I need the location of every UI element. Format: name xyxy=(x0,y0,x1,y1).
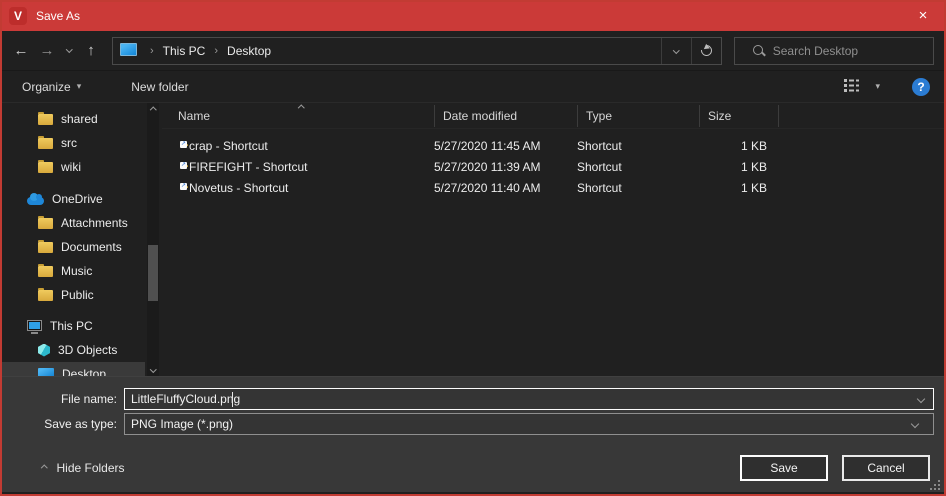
navigation-pane: shared src wiki OneDrive Attachments Doc… xyxy=(2,103,162,376)
computer-icon xyxy=(27,320,42,331)
file-name-combobox[interactable] xyxy=(124,388,934,410)
sidebar-item-documents[interactable]: Documents xyxy=(2,235,145,259)
sidebar-item-attachments[interactable]: Attachments xyxy=(2,211,145,235)
column-header-type[interactable]: Type xyxy=(586,109,612,123)
breadcrumb-chevron-icon: › xyxy=(207,45,225,57)
new-folder-button[interactable]: New folder xyxy=(131,80,188,94)
address-bar[interactable]: › This PC › Desktop xyxy=(112,37,722,65)
resize-grip[interactable] xyxy=(938,488,940,490)
onedrive-cloud-icon xyxy=(27,197,44,205)
navigation-bar: ← → ↑ › This PC › Desktop xyxy=(2,31,944,71)
view-details-button[interactable] xyxy=(844,79,861,95)
breadcrumb-chevron-icon: › xyxy=(143,45,161,57)
scroll-down-icon[interactable] xyxy=(147,362,159,376)
close-button[interactable]: × xyxy=(900,0,946,31)
cube-icon xyxy=(38,344,50,357)
file-row-firefight-shortcut[interactable]: ↗ FIREFIGHT - Shortcut 5/27/2020 11:39 A… xyxy=(162,156,944,177)
sidebar-item-music[interactable]: Music xyxy=(2,259,145,283)
cell-date: 5/27/2020 11:40 AM xyxy=(434,181,577,195)
shortcut-arrow-icon: ↗ xyxy=(180,162,187,169)
save-as-type-select[interactable]: PNG Image (*.png) xyxy=(124,413,934,435)
search-input[interactable] xyxy=(773,44,925,58)
file-row-crap-shortcut[interactable]: ↗ crap - Shortcut 5/27/2020 11:45 AM Sho… xyxy=(162,135,944,156)
file-name-dropdown-button[interactable] xyxy=(918,396,933,402)
sidebar-item-onedrive[interactable]: OneDrive xyxy=(2,187,145,211)
save-as-dialog: V Save As × ← → ↑ › This PC › Desktop Or… xyxy=(0,0,946,496)
cell-date: 5/27/2020 11:39 AM xyxy=(434,160,577,174)
refresh-button[interactable] xyxy=(691,38,721,64)
chevron-up-icon xyxy=(41,465,47,471)
window-title: Save As xyxy=(36,9,80,23)
breadcrumb-desktop[interactable]: Desktop xyxy=(225,43,273,59)
cell-date: 5/27/2020 11:45 AM xyxy=(434,139,577,153)
main-area: shared src wiki OneDrive Attachments Doc… xyxy=(2,103,944,376)
cell-size: 1 KB xyxy=(699,181,778,195)
folder-icon xyxy=(38,218,53,229)
cell-size: 1 KB xyxy=(699,160,778,174)
sidebar-item-wiki[interactable]: wiki xyxy=(2,155,145,179)
file-row-novetus-shortcut[interactable]: ↗ Novetus - Shortcut 5/27/2020 11:40 AM … xyxy=(162,177,944,198)
scroll-up-icon[interactable] xyxy=(147,103,159,117)
folder-icon xyxy=(38,266,53,277)
help-button[interactable]: ? xyxy=(912,78,930,96)
view-dropdown-caret[interactable]: ▾ xyxy=(875,81,880,92)
column-header-size[interactable]: Size xyxy=(708,109,731,123)
caret-down-icon: ▾ xyxy=(77,81,82,92)
sidebar-item-3d-objects[interactable]: 3D Objects xyxy=(2,338,145,362)
forward-button[interactable]: → xyxy=(34,42,60,59)
command-toolbar: Organize ▾ New folder ▾ ? xyxy=(2,71,944,103)
chevron-down-icon xyxy=(673,47,679,53)
scrollbar-thumb[interactable] xyxy=(148,245,158,301)
folder-icon xyxy=(38,242,53,253)
chevron-down-icon xyxy=(911,420,919,428)
chevron-down-icon xyxy=(917,395,925,403)
save-button[interactable]: Save xyxy=(740,455,828,481)
file-name-label: File name: xyxy=(2,392,124,406)
chevron-down-icon xyxy=(66,46,72,52)
save-as-type-value: PNG Image (*.png) xyxy=(131,417,233,431)
sidebar-item-this-pc[interactable]: This PC xyxy=(2,314,145,338)
recent-locations-dropdown[interactable] xyxy=(60,47,78,52)
shortcut-arrow-icon: ↗ xyxy=(180,183,187,190)
save-as-type-dropdown-button[interactable] xyxy=(912,421,927,427)
cell-size: 1 KB xyxy=(699,139,778,153)
desktop-location-icon xyxy=(120,43,137,59)
column-header-date-modified[interactable]: Date modified xyxy=(443,109,517,123)
titlebar: V Save As × xyxy=(0,0,946,31)
details-view-icon xyxy=(844,79,861,92)
folder-icon xyxy=(38,162,53,173)
sidebar-scrollbar[interactable] xyxy=(147,103,159,376)
file-name-input[interactable] xyxy=(125,392,918,406)
sidebar-item-src[interactable]: src xyxy=(2,131,145,155)
address-dropdown-button[interactable] xyxy=(661,38,691,64)
shortcut-arrow-icon: ↗ xyxy=(180,141,187,148)
column-headers: Name Date modified Type Size xyxy=(162,103,944,129)
folder-icon xyxy=(38,290,53,301)
back-button[interactable]: ← xyxy=(8,42,34,59)
folder-icon xyxy=(38,138,53,149)
save-as-type-label: Save as type: xyxy=(2,417,124,431)
cell-type: Shortcut xyxy=(577,139,699,153)
sidebar-item-desktop[interactable]: Desktop xyxy=(2,362,145,376)
desktop-icon xyxy=(38,368,54,376)
file-list: Name Date modified Type Size ↗ crap - S xyxy=(162,103,944,376)
search-box[interactable] xyxy=(734,37,934,65)
folder-icon xyxy=(38,114,53,125)
search-icon xyxy=(752,44,764,58)
cell-type: Shortcut xyxy=(577,181,699,195)
sidebar-item-public[interactable]: Public xyxy=(2,283,145,307)
breadcrumb-this-pc[interactable]: This PC xyxy=(161,43,208,59)
text-caret xyxy=(232,392,233,407)
cancel-button[interactable]: Cancel xyxy=(842,455,930,481)
vivaldi-app-icon: V xyxy=(9,7,27,25)
sort-ascending-icon xyxy=(298,105,304,111)
cell-type: Shortcut xyxy=(577,160,699,174)
dialog-footer: File name: Save as type: PNG Image (*.pn… xyxy=(2,376,944,492)
sidebar-item-shared[interactable]: shared xyxy=(2,107,145,131)
organize-button[interactable]: Organize ▾ xyxy=(22,80,81,94)
column-header-name[interactable]: Name xyxy=(178,109,210,123)
up-button[interactable]: ↑ xyxy=(78,42,104,59)
hide-folders-button[interactable]: Hide Folders xyxy=(42,461,125,475)
refresh-icon xyxy=(699,43,714,58)
